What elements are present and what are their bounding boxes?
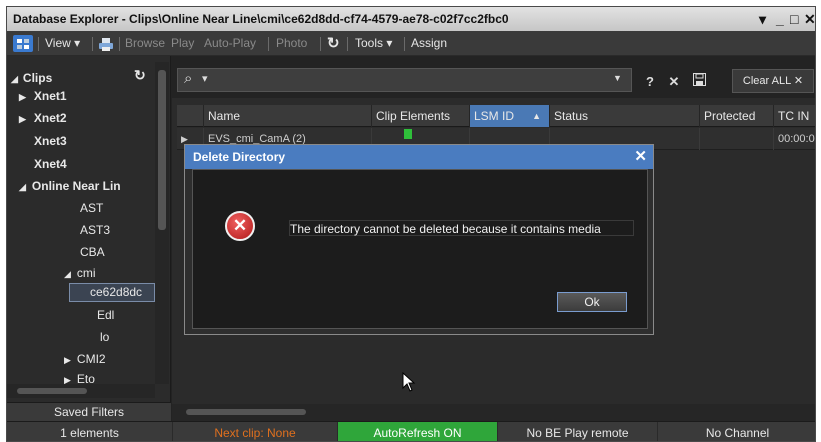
expand-arrow-icon[interactable]: ▶ bbox=[64, 355, 71, 365]
title-bar: Database Explorer - Clips\Online Near Li… bbox=[7, 7, 815, 31]
tree-root-clips[interactable]: ◢ Clips bbox=[11, 69, 52, 88]
dialog-message: The directory cannot be deleted because … bbox=[289, 220, 634, 236]
column-header-protected[interactable]: Protected bbox=[699, 105, 773, 127]
toolbar-separator bbox=[347, 37, 348, 51]
error-icon: ✕ bbox=[225, 211, 255, 241]
tree-item-cba[interactable]: CBA bbox=[80, 243, 105, 262]
tree-item-ast[interactable]: AST bbox=[80, 199, 103, 218]
tools-menu[interactable]: Tools ▾ bbox=[355, 31, 392, 56]
toolbar-separator bbox=[119, 37, 120, 51]
search-dropdown-icon[interactable]: ▼ bbox=[613, 73, 622, 83]
toolbar-separator bbox=[268, 37, 269, 51]
database-explorer-window: Database Explorer - Clips\Online Near Li… bbox=[6, 6, 816, 442]
window-title: Database Explorer - Clips\Online Near Li… bbox=[13, 12, 509, 26]
save-icon[interactable] bbox=[690, 72, 708, 92]
sort-ascending-icon: ▲ bbox=[532, 111, 541, 121]
toolbar: View ▾ Browse Play Auto-Play Photo ↻ Too… bbox=[7, 31, 815, 56]
tree-item-xnet2[interactable]: ▶ Xnet2 bbox=[19, 109, 67, 128]
status-bar: 1 elements Next clip: None AutoRefresh O… bbox=[7, 421, 815, 441]
column-header-clip-elements[interactable]: Clip Elements bbox=[371, 105, 469, 127]
status-element-count: 1 elements bbox=[60, 426, 119, 440]
dialog-body: ✕ The directory cannot be deleted becaus… bbox=[192, 169, 648, 329]
collapse-arrow-icon[interactable]: ◢ bbox=[19, 182, 26, 192]
status-channel: No Channel bbox=[657, 422, 815, 441]
search-bar: ⌕ ▾ ▼ ? ✕ Clear ALL ✕ bbox=[172, 56, 815, 98]
dialog-close-icon[interactable]: ✕ bbox=[634, 145, 647, 169]
sidebar: ◢ Clips ↻ ▶ Xnet1 ▶ Xnet2 Xnet3 Xnet4 ◢ Onli… bbox=[7, 56, 171, 402]
tree-item-ast3[interactable]: AST3 bbox=[80, 221, 110, 240]
tree-item-online-near-line[interactable]: ◢ Online Near Lin bbox=[19, 177, 121, 196]
clip-element-icon bbox=[404, 129, 412, 139]
browse-button[interactable]: Browse bbox=[125, 31, 165, 56]
sidebar-vertical-scrollbar[interactable] bbox=[155, 62, 169, 384]
tree-refresh-icon[interactable]: ↻ bbox=[134, 66, 146, 85]
column-header-tc-in[interactable]: TC IN bbox=[773, 105, 815, 127]
view-menu[interactable]: View ▾ bbox=[45, 31, 80, 56]
dialog-title-bar: Delete Directory ✕ bbox=[185, 145, 653, 169]
sidebar-horizontal-scrollbar[interactable] bbox=[7, 384, 155, 398]
expand-arrow-icon[interactable]: ▶ bbox=[19, 92, 26, 102]
ok-button[interactable]: Ok bbox=[557, 292, 627, 312]
autorefresh-toggle[interactable]: AutoRefresh ON bbox=[337, 422, 497, 441]
column-header-name[interactable]: Name bbox=[203, 105, 371, 127]
status-next-clip: Next clip: None bbox=[172, 422, 337, 441]
cell-protected bbox=[699, 128, 773, 150]
photo-button[interactable]: Photo bbox=[276, 31, 307, 56]
toolbar-separator bbox=[404, 37, 405, 51]
table-horizontal-scrollbar[interactable] bbox=[172, 404, 815, 421]
column-header-lsm-id[interactable]: LSM ID ▲ bbox=[469, 105, 549, 127]
scrollbar-thumb[interactable] bbox=[158, 70, 166, 230]
close-window-button[interactable]: ✕ bbox=[804, 7, 815, 31]
tree-item-edl[interactable]: Edl bbox=[97, 306, 114, 325]
scrollbar-thumb[interactable] bbox=[17, 388, 87, 394]
maximize-button[interactable]: □ bbox=[790, 7, 798, 31]
help-icon[interactable]: ? bbox=[642, 72, 658, 92]
app-logo-icon bbox=[13, 35, 33, 52]
search-icon: ⌕ bbox=[184, 70, 193, 87]
delete-directory-dialog: Delete Directory ✕ ✕ The directory canno… bbox=[184, 144, 654, 335]
toolbar-separator bbox=[320, 37, 321, 51]
collapse-arrow-icon[interactable]: ◢ bbox=[11, 74, 18, 84]
auto-play-button[interactable]: Auto-Play bbox=[204, 31, 256, 56]
assign-button[interactable]: Assign bbox=[411, 31, 447, 56]
tree-item-ce62d8dd-selected[interactable]: ce62d8dc bbox=[90, 283, 142, 302]
toolbar-separator bbox=[92, 37, 93, 51]
tree-item-lo[interactable]: lo bbox=[100, 328, 109, 347]
tree-item-xnet3[interactable]: Xnet3 bbox=[34, 132, 67, 151]
mouse-cursor-icon bbox=[402, 371, 418, 394]
saved-filters-button[interactable]: Saved Filters bbox=[7, 402, 171, 421]
search-options-chevron-icon[interactable]: ▾ bbox=[202, 72, 208, 85]
minimize-button[interactable]: _ bbox=[776, 7, 784, 31]
column-header-expander bbox=[177, 105, 203, 127]
print-icon[interactable] bbox=[98, 36, 114, 51]
status-play-remote: No BE Play remote bbox=[497, 422, 657, 441]
tree-item-xnet4[interactable]: Xnet4 bbox=[34, 155, 67, 174]
play-button[interactable]: Play bbox=[171, 31, 194, 56]
clear-all-button[interactable]: Clear ALL ✕ bbox=[732, 69, 814, 93]
scrollbar-thumb[interactable] bbox=[186, 409, 306, 415]
tree-item-xnet1[interactable]: ▶ Xnet1 bbox=[19, 87, 67, 106]
column-header-status[interactable]: Status bbox=[549, 105, 699, 127]
dialog-title: Delete Directory bbox=[193, 150, 286, 164]
clear-search-icon[interactable]: ✕ bbox=[666, 72, 682, 92]
tree-item-cmi[interactable]: ◢ cmi bbox=[64, 264, 96, 283]
table-header: Name Clip Elements LSM ID ▲ Status Protec… bbox=[177, 105, 815, 127]
cell-tc-in: 00:00:0 bbox=[773, 128, 815, 150]
tree-item-cmi2[interactable]: ▶ CMI2 bbox=[64, 350, 106, 369]
toolbar-separator bbox=[38, 37, 39, 51]
window-menu-icon[interactable]: ▾ bbox=[759, 7, 766, 31]
expand-arrow-icon[interactable]: ▶ bbox=[19, 114, 26, 124]
refresh-icon[interactable]: ↻ bbox=[327, 31, 340, 56]
collapse-arrow-icon[interactable]: ◢ bbox=[64, 269, 71, 279]
search-input[interactable]: ⌕ ▾ ▼ bbox=[177, 68, 632, 92]
